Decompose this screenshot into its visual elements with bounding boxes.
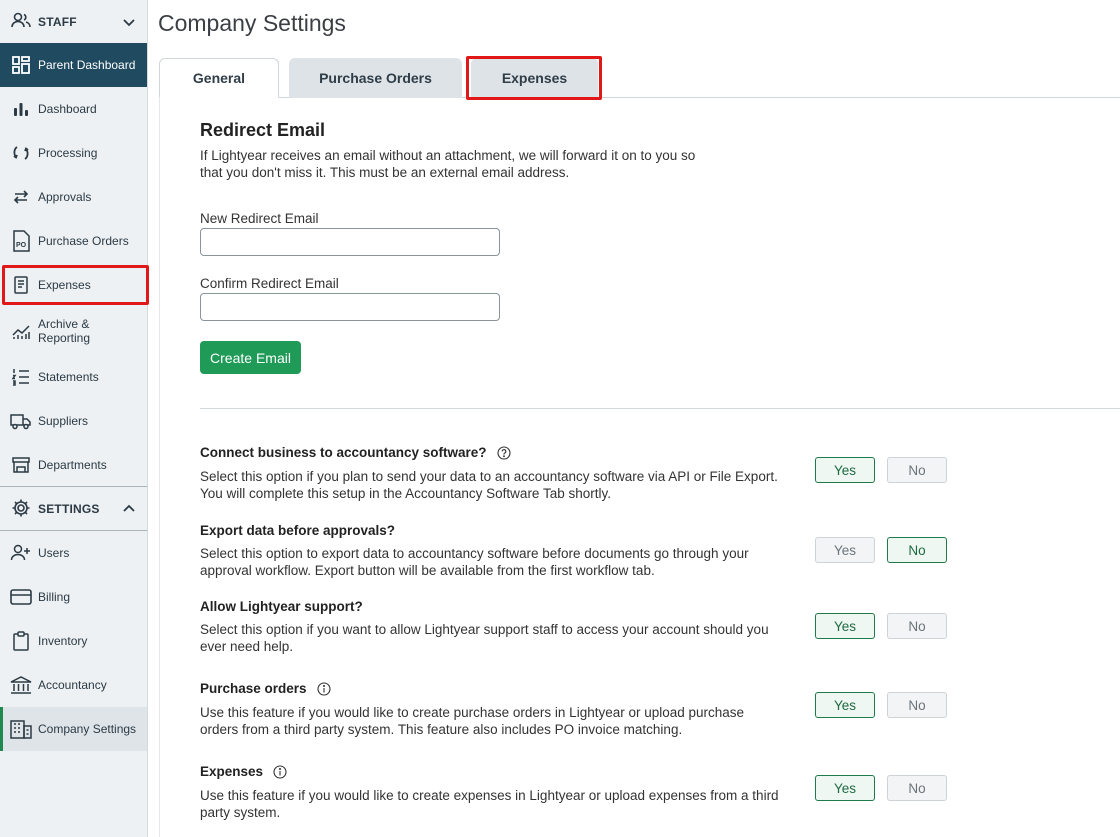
info-circle-icon[interactable] [273,764,287,779]
create-email-button[interactable]: Create Email [200,341,301,374]
redirect-email-description: If Lightyear receives an email without a… [200,148,696,180]
sidebar-item-label: Approvals [38,190,92,204]
help-circle-icon[interactable] [497,445,511,460]
option-title: Expenses [200,764,287,779]
sidebar-item-label: Company Settings [38,722,137,736]
no-button[interactable]: No [887,537,947,563]
settings-label: SETTINGS [38,502,100,516]
option-title-text: Export data before approvals? [200,523,396,538]
sidebar-item-label: Suppliers [38,414,89,428]
option-description: Select this option if you plan to send y… [200,469,778,501]
clipboard-icon [10,630,32,652]
svg-text:PO: PO [16,242,27,249]
chevron-down-icon[interactable] [121,14,137,30]
option-title-text: Connect business to accountancy software… [200,445,487,460]
sidebar: STAFF Parent Dashboard Dashboard Process… [0,0,148,837]
sidebar-item-label: Departments [38,458,107,472]
sidebar-item-company-settings[interactable]: Company Settings [0,707,147,751]
sidebar-item-statements[interactable]: Statements [0,355,147,399]
yes-button[interactable]: Yes [815,775,875,801]
sidebar-item-parent-dashboard[interactable]: Parent Dashboard [0,43,147,87]
receipt-icon [10,274,32,296]
gear-icon [10,497,32,522]
arrows-exchange-icon [10,186,32,208]
numbered-list-icon [10,366,32,388]
staff-label: STAFF [38,15,77,29]
option-title: Export data before approvals? [200,523,395,538]
confirm-redirect-email-label: Confirm Redirect Email [200,276,339,291]
option-title: Allow Lightyear support? [200,599,363,614]
sidebar-item-purchase-orders[interactable]: PO Purchase Orders [0,219,147,263]
sidebar-item-label: Purchase Orders [38,234,129,248]
no-button[interactable]: No [887,692,947,718]
section-divider [200,408,1120,409]
sidebar-item-users[interactable]: Users [0,531,147,575]
dashboard-grid-icon [10,54,32,76]
option-title-text: Allow Lightyear support? [200,599,363,614]
sidebar-item-label: Parent Dashboard [38,58,136,72]
option-description: Use this feature if you would like to cr… [200,705,745,737]
page-title: Company Settings [158,10,346,36]
option-description: Use this feature if you would like to cr… [200,788,779,820]
credit-card-icon [10,586,32,608]
yes-button[interactable]: Yes [815,537,875,563]
sidebar-item-label: Statements [38,370,99,384]
option-title-text: Expenses [200,764,264,779]
info-circle-icon[interactable] [317,681,331,696]
bar-chart-icon [10,98,32,120]
line-chart-icon [10,320,32,342]
sidebar-item-departments[interactable]: Departments [0,443,147,487]
sidebar-item-label: Billing [38,590,71,604]
sidebar-item-label: Inventory [38,634,88,648]
sidebar-item-label: Users [38,546,70,560]
sidebar-section-staff[interactable]: STAFF [0,0,147,44]
sidebar-item-label: Accountancy [38,678,107,692]
sidebar-item-label: Archive & Reporting [38,317,91,345]
staff-icon [10,10,32,35]
processing-icon [10,142,32,164]
option-title: Purchase orders [200,681,331,696]
no-button[interactable]: No [887,457,947,483]
sidebar-item-dashboard[interactable]: Dashboard [0,87,147,131]
tab-expenses[interactable]: Expenses [471,58,598,98]
sidebar-item-suppliers[interactable]: Suppliers [0,399,147,443]
sidebar-item-inventory[interactable]: Inventory [0,619,147,663]
sidebar-item-archive-reporting[interactable]: Archive & Reporting [0,307,147,355]
option-description: Select this option if you want to allow … [200,622,769,654]
tab-general[interactable]: General [159,58,279,98]
chevron-up-icon[interactable] [121,501,137,517]
sidebar-section-settings[interactable]: SETTINGS [0,487,147,531]
no-button[interactable]: No [887,613,947,639]
sidebar-item-label: Dashboard [38,102,97,116]
new-redirect-email-input[interactable] [200,228,500,256]
content-border [159,98,160,837]
sidebar-item-expenses[interactable]: Expenses [0,263,147,307]
redirect-email-title: Redirect Email [200,120,326,140]
building-icon [10,718,32,740]
option-title: Connect business to accountancy software… [200,445,511,460]
add-user-icon [10,542,32,564]
sidebar-item-billing[interactable]: Billing [0,575,147,619]
yes-button[interactable]: Yes [815,692,875,718]
option-title-text: Purchase orders [200,681,307,696]
no-button[interactable]: No [887,775,947,801]
tab-purchase-orders[interactable]: Purchase Orders [289,58,462,98]
po-document-icon: PO [10,230,32,252]
sidebar-item-label: Processing [38,146,98,160]
option-description: Select this option to export data to acc… [200,546,749,578]
confirm-redirect-email-input[interactable] [200,293,500,321]
sidebar-item-label: Expenses [38,278,91,292]
sidebar-item-approvals[interactable]: Approvals [0,175,147,219]
yes-button[interactable]: Yes [815,457,875,483]
sidebar-item-processing[interactable]: Processing [0,131,147,175]
store-icon [10,454,32,476]
bank-icon [10,674,32,696]
truck-icon [10,410,32,432]
new-redirect-email-label: New Redirect Email [200,211,319,226]
yes-button[interactable]: Yes [815,613,875,639]
sidebar-item-accountancy[interactable]: Accountancy [0,663,147,707]
